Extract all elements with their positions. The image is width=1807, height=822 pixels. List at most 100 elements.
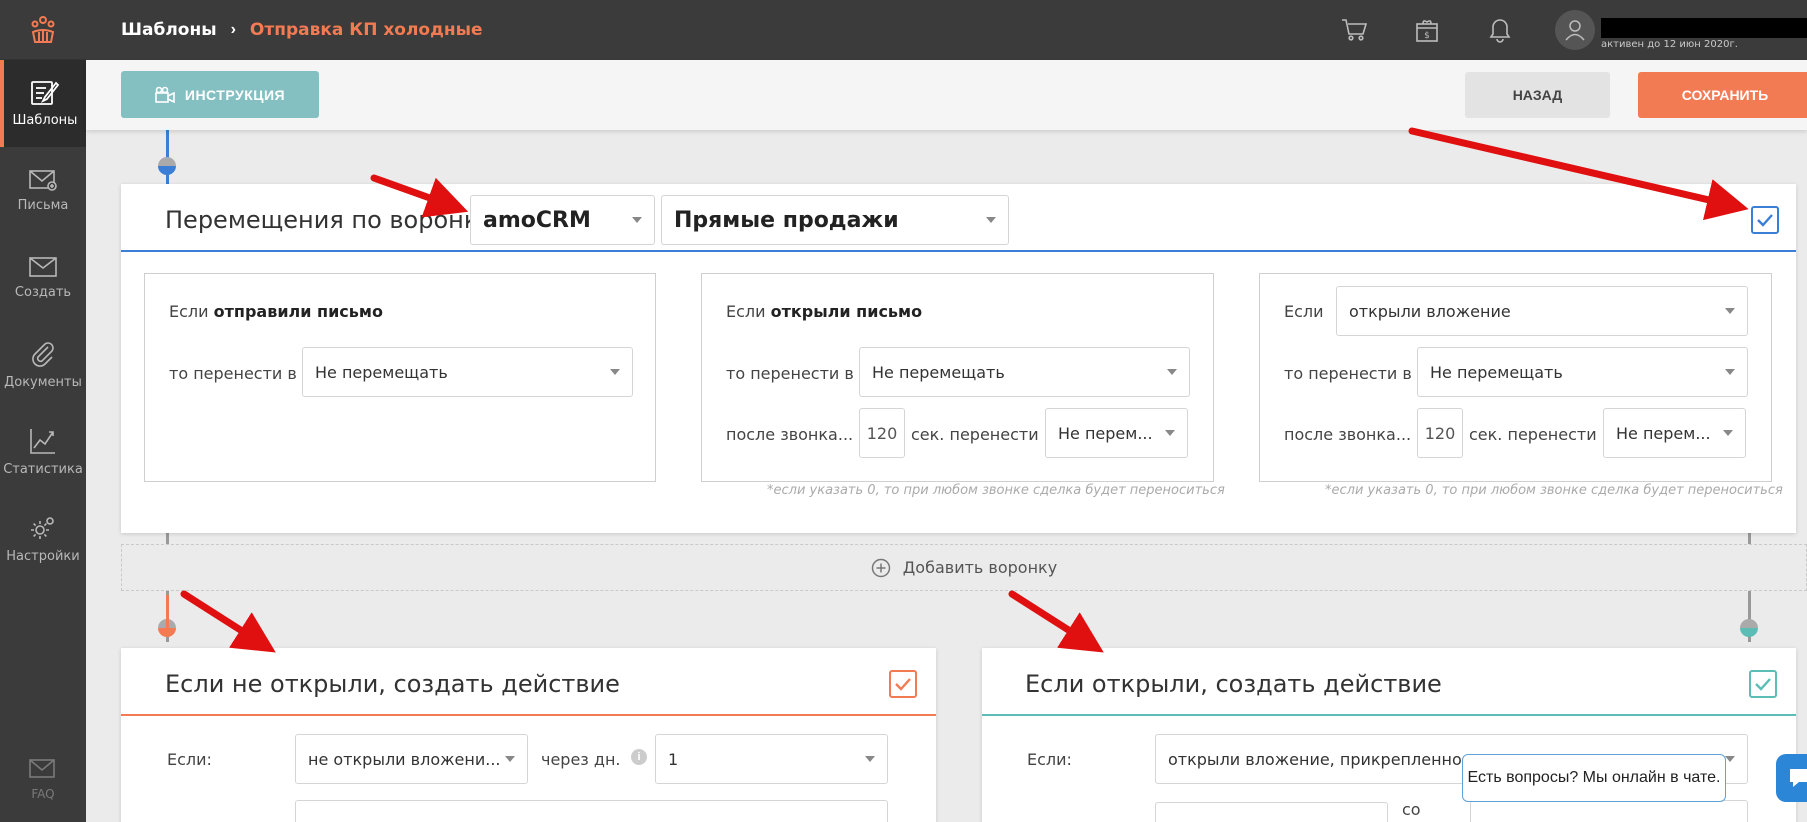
card-header-divider xyxy=(121,714,936,716)
rule-if-bold: открыли письмо xyxy=(770,302,923,321)
rule-condition-select[interactable]: открыли вложение xyxy=(1336,286,1748,336)
check-icon xyxy=(1755,678,1771,691)
rule-note: *если указать 0, то при любом звонке сде… xyxy=(767,483,1225,498)
letters-icon xyxy=(29,170,57,191)
instruction-label: ИНСТРУКЦИЯ xyxy=(184,86,286,103)
rule-note: *если указать 0, то при любом звонке сде… xyxy=(1325,483,1783,498)
sidebar-item-settings[interactable]: Настройки xyxy=(0,495,86,582)
card-title: Если открыли, создать действие xyxy=(1025,670,1442,698)
sidebar-item-create[interactable]: Создать xyxy=(0,234,86,321)
toolbar: ИНСТРУКЦИЯ НАЗАД СОХРАНИТЬ xyxy=(86,60,1807,130)
app-logo[interactable] xyxy=(0,0,86,60)
annotation-arrow xyxy=(180,590,276,653)
partial-select[interactable] xyxy=(1470,800,1748,822)
info-icon[interactable]: i xyxy=(631,749,647,765)
cart-button[interactable] xyxy=(1336,12,1372,48)
action-opened-checkbox[interactable] xyxy=(1749,670,1777,698)
billing-button[interactable]: $ xyxy=(1409,12,1445,48)
move-stage-select[interactable]: Не перемещать xyxy=(859,347,1190,397)
sidebar-item-letters[interactable]: Письма xyxy=(0,147,86,234)
bell-icon xyxy=(1489,19,1511,43)
sidebar-item-label: Шаблоны xyxy=(12,113,78,128)
sidebar-item-label: Документы xyxy=(4,375,82,390)
user-name-redacted xyxy=(1601,18,1807,38)
pipeline-select-value: Прямые продажи xyxy=(674,207,899,233)
funnel-enabled-checkbox[interactable] xyxy=(1751,206,1779,234)
rule-if-bold: отправили письмо xyxy=(213,302,383,321)
if-label: Если: xyxy=(1027,750,1072,769)
user-status: активен до 12 июн 2020г. xyxy=(1601,39,1738,50)
back-button[interactable]: НАЗАД xyxy=(1465,72,1610,118)
user-info[interactable]: активен до 12 июн 2020г. xyxy=(1601,8,1807,52)
logo-icon xyxy=(31,15,55,43)
dollar-gift-icon: $ xyxy=(1416,20,1438,42)
breadcrumb-separator: › xyxy=(230,21,236,38)
avatar[interactable] xyxy=(1555,10,1595,50)
days-select[interactable]: 1 xyxy=(655,734,888,784)
funnel-movement-card: Перемещения по воронке amoCRM Прямые про… xyxy=(121,184,1796,533)
move-stage-select[interactable]: Не перемещать xyxy=(1417,347,1748,397)
chart-icon xyxy=(30,429,55,454)
call-move-label: сек. перенести в xyxy=(1469,425,1612,444)
chat-button[interactable] xyxy=(1776,754,1807,802)
move-label: то перенести в xyxy=(726,364,854,383)
sidebar-item-statistics[interactable]: Статистика xyxy=(0,408,86,495)
rule-sent-box: Если отправили письмо то перенести в Не … xyxy=(144,273,656,482)
sidebar-item-label: Статистика xyxy=(3,462,83,477)
action-type-select[interactable] xyxy=(295,800,888,822)
action-not-opened-checkbox[interactable] xyxy=(889,670,917,698)
breadcrumb-current: Отправка КП холодные xyxy=(249,20,483,40)
flow-node xyxy=(158,157,176,175)
action-type-select[interactable] xyxy=(1155,802,1388,822)
pipeline-select[interactable]: Прямые продажи xyxy=(661,195,1009,245)
flow-line xyxy=(166,595,169,635)
move-stage-value: Не перемещать xyxy=(1430,362,1563,382)
crm-select-value: amoCRM xyxy=(483,207,591,233)
svg-text:$: $ xyxy=(1424,31,1430,41)
action-not-opened-card: Если не открыли, создать действие Если: … xyxy=(121,648,936,822)
call-seconds-input[interactable]: 120 xyxy=(859,408,905,458)
faq-label: FAQ xyxy=(31,787,55,801)
move-stage-value: Не перемещать xyxy=(872,362,1005,382)
user-icon xyxy=(1565,20,1585,41)
plus-circle-icon xyxy=(871,558,891,577)
rule-attachment-box: Если открыли вложение то перенести в Не … xyxy=(1259,273,1772,482)
annotation-arrow xyxy=(1008,590,1104,653)
rule-condition: Если отправили письмо xyxy=(169,302,383,321)
check-icon xyxy=(895,678,911,691)
move-stage-select[interactable]: Не перемещать xyxy=(302,347,633,397)
breadcrumb-root[interactable]: Шаблоны xyxy=(121,20,217,40)
chat-bubble[interactable]: Есть вопросы? Мы онлайн в чате. xyxy=(1462,754,1726,802)
sidebar-item-templates[interactable]: Шаблоны xyxy=(0,60,86,147)
call-move-select[interactable]: Не перем... xyxy=(1045,408,1188,458)
rule-condition: Если открыли письмо xyxy=(726,302,922,321)
sidebar: Шаблоны Письма Создать Документы Статист… xyxy=(0,0,86,822)
days-value: 1 xyxy=(668,749,679,769)
call-seconds-input[interactable]: 120 xyxy=(1417,408,1463,458)
check-icon xyxy=(1757,214,1773,227)
instruction-button[interactable]: ИНСТРУКЦИЯ xyxy=(121,71,319,118)
rule-condition-value: открыли вложение xyxy=(1349,301,1511,321)
notifications-button[interactable] xyxy=(1482,12,1518,48)
rule-opened-box: Если открыли письмо то перенести в Не пе… xyxy=(701,273,1214,482)
gear-icon xyxy=(31,517,54,539)
add-funnel-button[interactable]: Добавить воронку xyxy=(121,544,1807,591)
condition-value: открыли вложение, прикрепленное п xyxy=(1168,749,1488,769)
top-bar: Шаблоны › Отправка КП холодные $ активен… xyxy=(86,0,1807,60)
card-title: Перемещения по воронке xyxy=(165,206,494,234)
move-label: то перенести в xyxy=(1284,364,1412,383)
move-stage-value: Не перемещать xyxy=(315,362,448,382)
call-move-select[interactable]: Не перем... xyxy=(1603,408,1746,458)
crm-select[interactable]: amoCRM xyxy=(470,195,655,245)
sidebar-item-documents[interactable]: Документы xyxy=(0,321,86,408)
sidebar-item-faq[interactable]: FAQ xyxy=(0,744,86,814)
rule-if-prefix: Если xyxy=(726,302,771,321)
faq-icon xyxy=(29,759,55,778)
call-move-value: Не перем... xyxy=(1616,423,1711,443)
call-label: после звонка... xyxy=(726,425,854,444)
condition-select[interactable]: не открыли вложени... xyxy=(295,734,528,784)
save-button[interactable]: СОХРАНИТЬ xyxy=(1638,72,1807,118)
condition-value: не открыли вложени... xyxy=(308,749,501,769)
after-days-label: через дн. xyxy=(541,750,621,769)
sidebar-item-label: Настройки xyxy=(6,549,80,564)
